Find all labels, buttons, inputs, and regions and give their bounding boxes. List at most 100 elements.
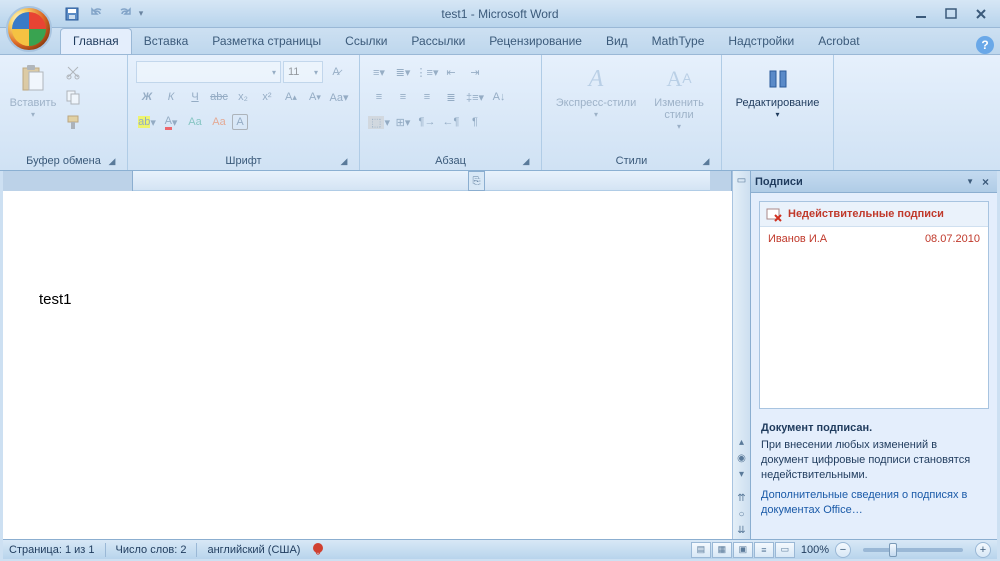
- web-view[interactable]: ▣: [733, 542, 753, 558]
- pane-close-icon[interactable]: ×: [978, 175, 993, 189]
- justify-button[interactable]: ≣: [440, 86, 462, 108]
- tab-acrobat[interactable]: Acrobat: [806, 29, 871, 54]
- bullets-button[interactable]: ≡▾: [368, 61, 390, 83]
- shading-button[interactable]: ⬚▾: [368, 111, 390, 133]
- subscript-button[interactable]: x₂: [232, 86, 254, 108]
- outline-view[interactable]: ≡: [754, 542, 774, 558]
- horizontal-ruler[interactable]: [3, 171, 732, 191]
- zoom-in-button[interactable]: +: [975, 542, 991, 558]
- next-page-icon[interactable]: ▾: [735, 467, 749, 481]
- paragraph-dialog-launcher[interactable]: ◢: [519, 154, 533, 168]
- pane-toggle-icon[interactable]: ⎘: [468, 171, 485, 191]
- save-button[interactable]: [60, 3, 84, 25]
- print-layout-view[interactable]: ▤: [691, 542, 711, 558]
- close-button[interactable]: [968, 5, 994, 23]
- sort-button[interactable]: A↓: [488, 86, 510, 108]
- tab-home[interactable]: Главная: [60, 28, 132, 54]
- ruler-toggle-icon[interactable]: ▭: [735, 173, 749, 187]
- change-case-button[interactable]: Aa▾: [328, 86, 350, 108]
- font-color-button[interactable]: A▾: [160, 111, 182, 133]
- prev-page-icon[interactable]: ▴: [735, 435, 749, 449]
- zoom-knob[interactable]: [889, 543, 897, 557]
- zoom-slider[interactable]: [863, 548, 963, 552]
- document-area: ⎘ test1 ◂ ▸ ▭ ▴ ◉ ▾ ⇈ ○ ⇊ Подписи ▼ ×: [3, 171, 997, 539]
- numbering-button[interactable]: ≣▾: [392, 61, 414, 83]
- bold-button[interactable]: Ж: [136, 86, 158, 108]
- browse-object-icon[interactable]: ◉: [735, 451, 749, 465]
- text-effects-button[interactable]: Aa: [184, 111, 206, 133]
- styles-dialog-launcher[interactable]: ◢: [699, 154, 713, 168]
- draft-view[interactable]: ▭: [775, 542, 795, 558]
- group-editing: Редактирование▾: [722, 55, 834, 170]
- tab-mathtype[interactable]: MathType: [640, 29, 717, 54]
- word-count[interactable]: Число слов: 2: [116, 544, 187, 556]
- align-left-button[interactable]: ≡: [368, 86, 390, 108]
- office-button[interactable]: [6, 6, 52, 52]
- tab-insert[interactable]: Вставка: [132, 29, 201, 54]
- ltr-button[interactable]: ¶→: [416, 111, 438, 133]
- font-size-combo[interactable]: 11▾: [283, 61, 323, 83]
- format-painter-button[interactable]: [62, 111, 84, 133]
- zoom-out-button[interactable]: −: [835, 542, 851, 558]
- signature-row[interactable]: Иванов И.А 08.07.2010: [760, 227, 988, 251]
- font-family-combo[interactable]: ▾: [136, 61, 281, 83]
- document-signed-label: Документ подписан.: [761, 421, 987, 436]
- tab-addins[interactable]: Надстройки: [716, 29, 806, 54]
- signature-status-icon[interactable]: [310, 542, 326, 558]
- font-dialog-launcher[interactable]: ◢: [337, 154, 351, 168]
- qat-customize[interactable]: ▾: [138, 3, 144, 25]
- vertical-scrollbar[interactable]: ▭ ▴ ◉ ▾ ⇈ ○ ⇊: [732, 171, 750, 539]
- italic-button[interactable]: К: [160, 86, 182, 108]
- char-border-button[interactable]: A: [232, 114, 248, 130]
- tab-pagelayout[interactable]: Разметка страницы: [200, 29, 333, 54]
- select-browse-icon[interactable]: ○: [735, 507, 749, 521]
- minimize-button[interactable]: [908, 5, 934, 23]
- cut-button[interactable]: [62, 61, 84, 83]
- copy-button[interactable]: [62, 86, 84, 108]
- rtl-button[interactable]: ←¶: [440, 111, 462, 133]
- clipboard-dialog-launcher[interactable]: ◢: [105, 154, 119, 168]
- text-effects2-button[interactable]: Aa: [208, 111, 230, 133]
- quick-styles-button[interactable]: A Экспресс-стили▾: [548, 59, 644, 124]
- tab-references[interactable]: Ссылки: [333, 29, 399, 54]
- strikethrough-button[interactable]: abc: [208, 86, 230, 108]
- decrease-indent-button[interactable]: ⇤: [440, 61, 462, 83]
- show-marks-button[interactable]: ¶: [464, 111, 486, 133]
- highlight-button[interactable]: ab▾: [136, 111, 158, 133]
- superscript-button[interactable]: x²: [256, 86, 278, 108]
- line-spacing-button[interactable]: ‡≡▾: [464, 86, 486, 108]
- clipboard-label: Буфер обмена: [26, 155, 101, 167]
- signature-help-link[interactable]: Дополнительные сведения о подписях в док…: [761, 488, 987, 518]
- align-center-button[interactable]: ≡: [392, 86, 414, 108]
- tab-review[interactable]: Рецензирование: [477, 29, 594, 54]
- change-styles-button[interactable]: AA Изменить стили▾: [644, 59, 714, 136]
- zoom-level[interactable]: 100%: [801, 544, 829, 556]
- borders-button[interactable]: ⊞▾: [392, 111, 414, 133]
- language-status[interactable]: английский (США): [207, 544, 300, 556]
- multilevel-button[interactable]: ⋮≡▾: [416, 61, 438, 83]
- window-title: test1 - Microsoft Word: [0, 7, 1000, 21]
- view-buttons: ▤ ▦ ▣ ≡ ▭: [691, 542, 795, 558]
- redo-button[interactable]: [112, 3, 136, 25]
- page-status[interactable]: Страница: 1 из 1: [9, 544, 95, 556]
- group-clipboard: Вставить ▾ Буфер обмена ◢: [0, 55, 128, 170]
- underline-button[interactable]: Ч: [184, 86, 206, 108]
- shrink-font-button[interactable]: A▾: [304, 86, 326, 108]
- grow-font-button[interactable]: A▴: [280, 86, 302, 108]
- tab-mailings[interactable]: Рассылки: [399, 29, 477, 54]
- tab-view[interactable]: Вид: [594, 29, 640, 54]
- align-right-button[interactable]: ≡: [416, 86, 438, 108]
- editing-button[interactable]: Редактирование▾: [728, 59, 827, 124]
- paste-button[interactable]: Вставить ▾: [6, 59, 60, 124]
- clear-formatting-button[interactable]: A̷: [325, 61, 347, 83]
- increase-indent-button[interactable]: ⇥: [464, 61, 486, 83]
- undo-button[interactable]: [86, 3, 110, 25]
- prev-find-icon[interactable]: ⇈: [735, 491, 749, 505]
- maximize-button[interactable]: [938, 5, 964, 23]
- fullscreen-view[interactable]: ▦: [712, 542, 732, 558]
- help-icon[interactable]: ?: [976, 36, 994, 54]
- document-page[interactable]: test1: [3, 191, 732, 539]
- pane-menu-icon[interactable]: ▼: [962, 177, 978, 186]
- next-find-icon[interactable]: ⇊: [735, 523, 749, 537]
- signer-name: Иванов И.А: [768, 233, 827, 245]
